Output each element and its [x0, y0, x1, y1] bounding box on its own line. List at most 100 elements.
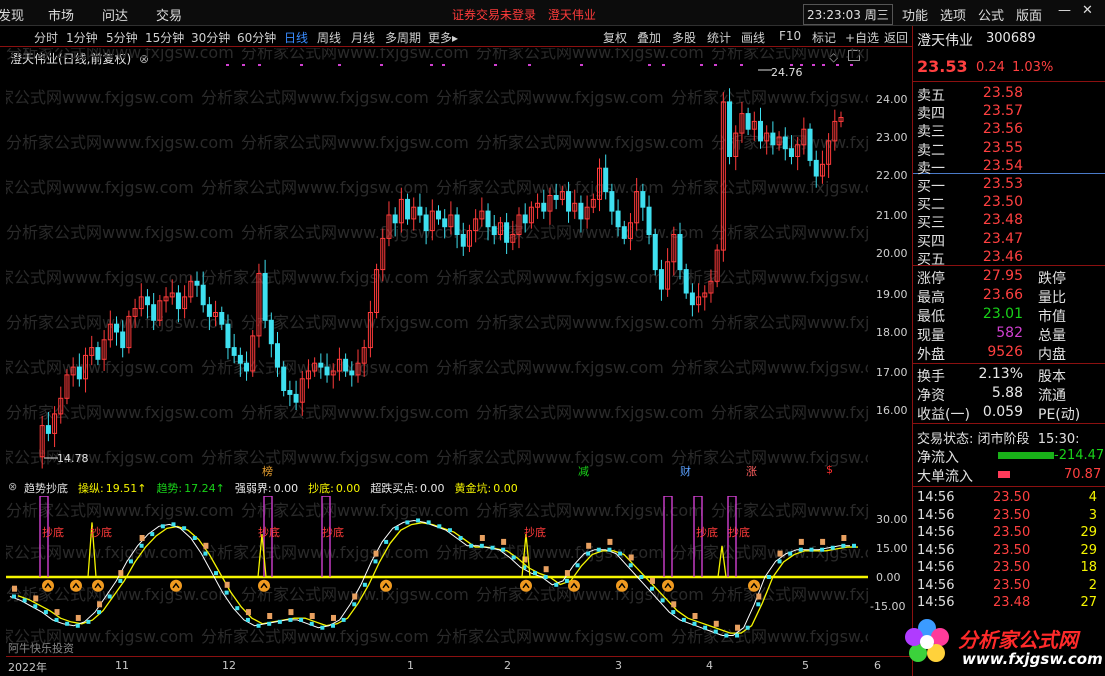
candle-body: [652, 234, 658, 271]
marker-cai[interactable]: 财: [680, 463, 691, 479]
candle-body: [423, 214, 429, 232]
indicator-param-value: 0.00: [493, 482, 518, 495]
osc-bar: [735, 624, 741, 631]
stat-row: 最低 23.01 市值: [917, 306, 1103, 325]
tick-row: 14:56 23.50 4: [917, 490, 1103, 507]
row-value: 2.13%: [978, 366, 1023, 382]
menu-discover[interactable]: 发现: [0, 5, 24, 24]
indicator-name[interactable]: 趋势抄底: [24, 480, 68, 496]
tab-5min[interactable]: 5分钟: [106, 29, 138, 46]
osc-marker: [564, 578, 569, 583]
osc-marker: [150, 532, 155, 537]
ask-row: 卖二 23.55: [917, 140, 1103, 159]
tool-draw-line[interactable]: 画线: [741, 29, 765, 46]
candle-body: [578, 202, 584, 220]
minimize-icon[interactable]: —: [1058, 3, 1071, 18]
logo-title: 分析家公式网: [958, 628, 1078, 652]
indicator-param-value: 17.24↑: [184, 482, 225, 495]
signal-dot: [662, 64, 665, 66]
up-arrow-icon: [748, 579, 760, 592]
osc-marker: [426, 520, 431, 525]
buy-signal-label: 抄底: [728, 525, 750, 539]
tick-price: 23.50: [993, 542, 1031, 558]
menu-layout[interactable]: 版面: [1016, 5, 1042, 24]
candle-body: [95, 347, 101, 360]
menu-function[interactable]: 功能: [902, 5, 928, 24]
tab-60min[interactable]: 60分钟: [237, 29, 276, 46]
marker-dollar[interactable]: $: [826, 463, 833, 476]
watermark-text: 分析家公式网www.fxjgsw.com: [6, 268, 194, 287]
menu-formula[interactable]: 公式: [978, 5, 1004, 24]
tool-f10[interactable]: F10: [779, 29, 801, 43]
candle-body: [677, 234, 683, 271]
osc-marker: [618, 551, 623, 556]
tool-restore-rights[interactable]: 复权: [603, 29, 627, 46]
watermark-text: 分析家公式网www.fxjgsw.com: [436, 268, 664, 287]
marker-jian[interactable]: 减: [578, 463, 589, 479]
stock-name: 澄天伟业: [917, 33, 973, 49]
tab-multi-period[interactable]: 多周期: [385, 29, 421, 46]
tool-add-watchlist[interactable]: +自选: [845, 29, 879, 46]
signal-dot: [442, 64, 445, 66]
tab-30min[interactable]: 30分钟: [191, 29, 230, 46]
indicator-chart[interactable]: 分析家公式网www.fxjgsw.com 分析家公式网www.fxjgsw.com…: [6, 496, 868, 656]
row-label: 现量: [917, 328, 945, 344]
osc-marker: [65, 621, 70, 626]
tab-monthly[interactable]: 月线: [351, 29, 375, 46]
tab-fenshi[interactable]: 分时: [34, 29, 58, 46]
stat-row: 外盘 9526 内盘: [917, 344, 1103, 363]
marker-zhang[interactable]: 涨: [746, 463, 757, 479]
tab-weekly[interactable]: 周线: [317, 29, 341, 46]
watermark-text: 分析家公式网www.fxjgsw.com: [201, 448, 429, 467]
tab-daily[interactable]: 日线: [284, 29, 308, 46]
tab-15min[interactable]: 15分钟: [145, 29, 184, 46]
osc-marker: [267, 621, 272, 626]
tool-multi-stock[interactable]: 多股: [672, 29, 696, 46]
candle-body: [45, 425, 51, 434]
quote-panel: 澄天伟业 300689 23.53 0.24 1.03% 交易状态: 闭市阶段 …: [912, 26, 1105, 676]
candle-body: [151, 304, 157, 321]
close-icon[interactable]: ✕: [1082, 3, 1093, 18]
tick-time: 14:56: [917, 542, 955, 558]
tool-stats[interactable]: 统计: [707, 29, 731, 46]
login-notice[interactable]: 证券交易未登录 澄天伟业: [452, 6, 596, 23]
menu-trade[interactable]: 交易: [156, 5, 182, 24]
indicator-settings-icon[interactable]: ⊗: [8, 480, 17, 493]
high-price-label: 24.76: [771, 66, 803, 79]
watermark-text: 分析家公式网www.fxjgsw.com: [436, 448, 664, 467]
menu-wenda[interactable]: 问达: [102, 5, 128, 24]
watermark-text: 分析家公式网www.fxjgsw.com: [436, 358, 664, 377]
tab-1min[interactable]: 1分钟: [66, 29, 98, 46]
signal-dot: [258, 64, 261, 66]
stat-row: 收益(一) 0.059 PE(动): [917, 404, 1103, 423]
tool-overlay[interactable]: 叠加: [637, 29, 661, 46]
menu-options[interactable]: 选项: [940, 5, 966, 24]
ask-row: 卖四 23.57: [917, 103, 1103, 122]
osc-marker: [490, 545, 495, 550]
watermark-text: 分析家公式网www.fxjgsw.com: [711, 223, 868, 242]
candlestick-chart[interactable]: 分析家公式网www.fxjgsw.com 分析家公式网www.fxjgsw.com…: [6, 48, 868, 478]
osc-bar: [139, 535, 145, 541]
row-label: 换手: [917, 369, 945, 385]
marker-bang[interactable]: 榜: [262, 463, 273, 479]
tick-price: 23.50: [993, 525, 1031, 540]
buy-signal-label: 抄底: [322, 525, 344, 539]
row-right-label: 股本: [1038, 369, 1066, 385]
menu-market[interactable]: 市场: [48, 5, 74, 24]
row-value: 23.46: [982, 248, 1023, 265]
osc-marker: [575, 563, 580, 568]
osc-marker: [394, 526, 399, 531]
candle-body: [275, 343, 280, 368]
signal-dot: [700, 64, 703, 66]
osc-marker: [203, 551, 208, 556]
watermark-text: 分析家公式网www.fxjgsw.com: [6, 403, 234, 422]
osc-bar: [245, 609, 251, 616]
tab-more[interactable]: 更多▸: [428, 29, 458, 46]
tab-more-label: 更多: [428, 31, 453, 45]
tool-mark[interactable]: 标记: [812, 29, 836, 46]
signal-dot: [714, 64, 717, 66]
indicator-header: ⊗ 趋势抄底 操纵: 19.51↑ 趋势: 17.24↑ 强弱界: 0.00 抄底: 0.00…: [6, 478, 868, 495]
tool-back[interactable]: 返回: [884, 29, 908, 46]
candle-body: [219, 312, 225, 325]
candle-body: [343, 358, 349, 372]
